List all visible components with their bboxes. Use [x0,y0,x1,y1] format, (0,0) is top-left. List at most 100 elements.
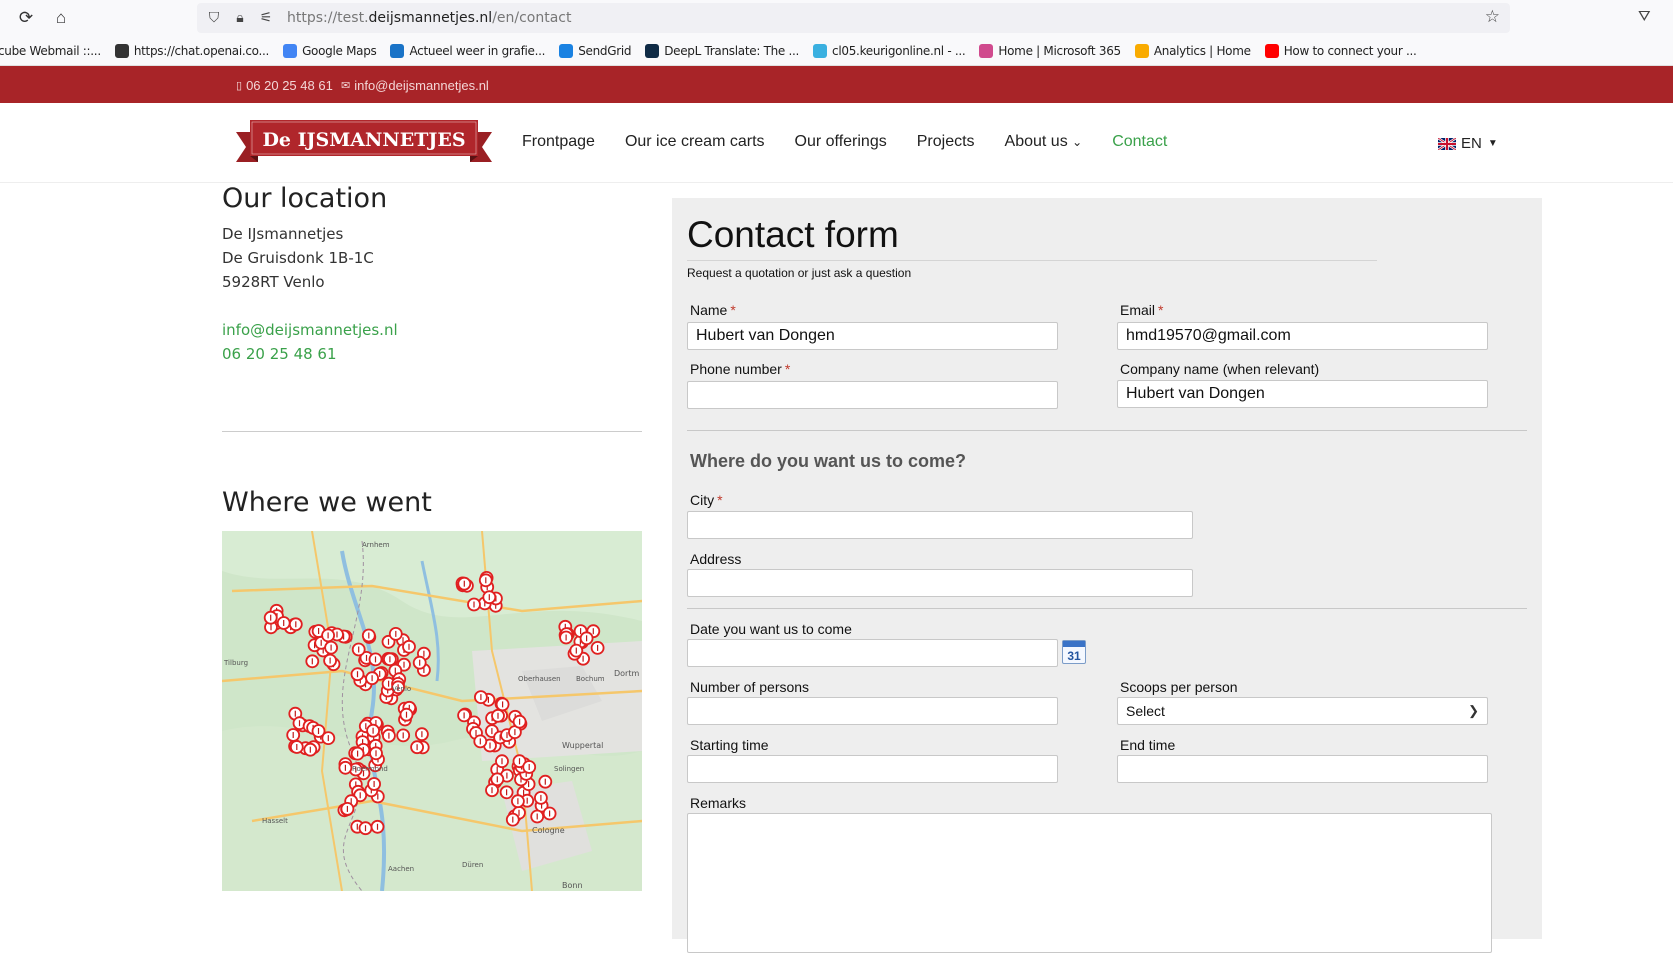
map-pin-icon[interactable] [338,760,353,775]
map-pin-icon[interactable] [289,740,304,754]
menu-frontpage[interactable]: Frontpage [522,133,595,151]
map-pin-icon[interactable] [402,639,416,654]
topbar-phone[interactable]: ▯ 06 20 25 48 61 [236,78,333,93]
map-pin-icon[interactable] [482,590,497,605]
map-pin-icon[interactable] [381,728,396,743]
map-pin-icon[interactable] [365,671,380,686]
locations-map[interactable]: Arnhem Tilburg Oberhausen Bochum Dortm W… [222,531,642,891]
map-pin-icon[interactable] [590,641,605,655]
bookmark-item[interactable]: How to connect your ... [1264,43,1417,58]
map-pin-icon[interactable] [490,772,505,787]
map-pin-icon[interactable] [303,742,318,757]
lock-icon[interactable]: 🔒︎ [231,8,249,26]
map-pin-icon[interactable] [350,746,365,761]
email-input[interactable]: hmd19570@gmail.com [1117,322,1488,350]
language-switcher[interactable]: EN ▼ [1438,135,1498,152]
map-pin-icon[interactable] [396,728,411,743]
map-pin-icon[interactable] [414,727,429,742]
map-pin-icon[interactable] [495,697,510,712]
bookmark-star-icon[interactable]: ☆ [1485,7,1500,27]
map-pin-icon[interactable] [499,785,514,800]
permissions-icon[interactable]: ⚟ [257,8,275,26]
map-pin-icon[interactable] [367,777,382,791]
scoops-select[interactable]: Select ❯ [1117,697,1488,725]
home-icon[interactable]: ⌂ [50,7,72,29]
map-pin-icon[interactable] [473,734,488,749]
menu-ice-cream-carts[interactable]: Our ice cream carts [625,133,765,151]
map-pin-icon[interactable] [467,597,481,612]
company-input[interactable]: Hubert van Dongen [1117,380,1488,408]
map-pin-icon[interactable] [350,667,365,682]
persons-input[interactable] [687,697,1058,725]
map-pin-icon[interactable] [263,610,278,625]
map-pin-icon[interactable] [542,806,557,821]
location-email-link[interactable]: info@deijsmannetjes.nl [222,318,642,342]
map-pin-icon[interactable] [358,821,373,836]
map-pin-icon[interactable] [324,640,338,655]
map-pin-icon[interactable] [366,723,381,738]
map-pin-icon[interactable] [305,654,320,669]
reload-icon[interactable]: ⟳ [15,7,37,29]
end-time-input[interactable] [1117,755,1488,783]
map-pin-icon[interactable] [473,690,488,705]
phone-input[interactable] [687,381,1058,409]
start-time-input[interactable] [687,755,1058,783]
bookmark-item[interactable]: SendGrid [559,43,632,58]
map-pin-icon[interactable] [410,740,425,755]
map-pin-icon[interactable] [538,774,553,789]
pocket-icon[interactable]: ⛛ [1638,8,1656,26]
bookmark-item[interactable]: Analytics | Home [1134,43,1251,58]
bookmark-item[interactable]: Home | Microsoft 365 [979,43,1121,58]
map-pin-icon[interactable] [530,809,545,824]
url-text[interactable]: https://test.deijsmannetjes.nl/en/contac… [287,10,572,26]
calendar-icon[interactable]: 31 [1062,640,1086,664]
date-input[interactable] [687,639,1058,667]
menu-offerings[interactable]: Our offerings [795,133,887,151]
bookmark-item[interactable]: cl05.keurigonline.nl - ... [813,43,966,58]
map-pin-icon[interactable] [495,754,509,769]
city-input[interactable] [687,511,1193,539]
map-pin-icon[interactable] [457,576,472,591]
map-pin-icon[interactable] [478,573,493,588]
address-input[interactable] [687,569,1193,597]
menu-contact[interactable]: Contact [1112,133,1167,151]
shield-icon[interactable]: ⛉ [205,8,223,26]
menu-projects[interactable]: Projects [917,133,975,151]
map-pin-icon[interactable] [276,616,291,630]
bookmark-item[interactable]: Actueel weer in grafie... [390,43,545,58]
map-pin-icon[interactable] [388,627,403,641]
remarks-textarea[interactable] [687,813,1492,953]
bookmark-item[interactable]: https://chat.openai.co... [114,43,269,58]
map-pin-icon[interactable] [351,642,366,657]
map-pin-icon[interactable] [399,707,414,722]
map-pin-icon[interactable] [569,643,584,658]
map-pin-icon[interactable] [579,631,594,646]
bookmark-item[interactable]: cube Webmail ::... [0,44,101,58]
map-pin-icon[interactable] [288,617,303,632]
menu-about-us[interactable]: About us ⌄ [1005,133,1083,151]
site-logo[interactable]: De IJSMANNETJES [236,118,492,170]
map-pin-icon[interactable] [340,801,355,816]
url-bar[interactable]: ⛉ 🔒︎ ⚟ https://test.deijsmannetjes.nl/en… [197,3,1510,33]
map-pin-icon[interactable] [321,628,335,643]
map-pin-icon[interactable] [369,746,383,761]
map-pin-icon[interactable] [321,731,336,746]
map-pin-icon[interactable] [559,630,574,645]
map-pin-icon[interactable] [510,794,525,809]
map-pin-icon[interactable] [491,708,505,723]
map-pin-icon[interactable] [323,653,337,668]
map-pin-icon[interactable] [512,714,527,729]
topbar-email[interactable]: ✉ info@deijsmannetjes.nl [341,78,489,93]
map-pin-icon[interactable] [505,812,520,827]
map-pin-icon[interactable] [286,728,301,742]
bookmark-item[interactable]: Google Maps [283,43,377,58]
map-pin-icon[interactable] [412,655,427,670]
location-phone-link[interactable]: 06 20 25 48 61 [222,342,642,366]
map-pin-icon[interactable] [368,652,383,667]
map-pin-icon[interactable] [533,790,548,805]
map-pin-icon[interactable] [382,652,397,667]
map-pin-icon[interactable] [522,760,537,774]
bookmark-item[interactable]: DeepL Translate: The ... [645,43,799,58]
name-input[interactable]: Hubert van Dongen [687,322,1058,350]
map-pin-icon[interactable] [370,819,385,834]
